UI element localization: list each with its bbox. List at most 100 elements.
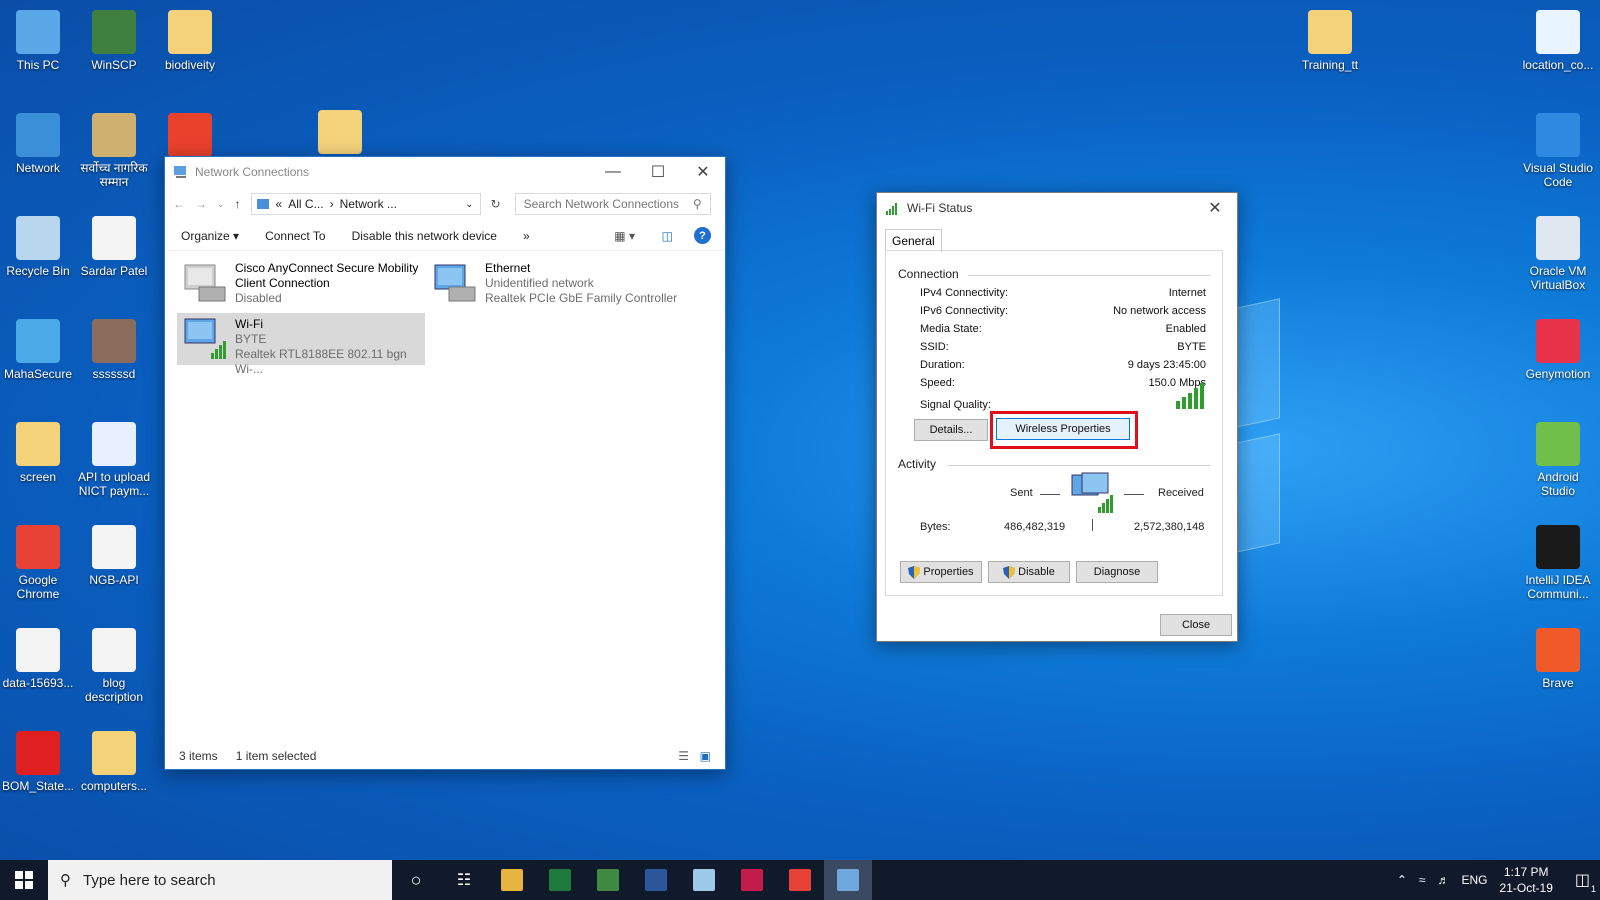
desktop-icon-label: Training_tt [1301,58,1359,72]
desktop-icon[interactable]: Android Studio [1520,422,1596,498]
taskbar-app[interactable] [824,860,872,900]
volume-tray-icon[interactable]: ♬ [1438,873,1450,887]
network-tray-icon[interactable]: ≈ [1419,873,1426,887]
taskbar-app[interactable] [776,860,824,900]
action-center-icon[interactable]: ◫ 1 [1575,870,1596,894]
close-button[interactable]: ✕ [681,157,725,187]
recent-chevron-icon[interactable]: ⌄ [217,199,225,210]
desktop-icon[interactable]: biodiveity [152,10,228,72]
tab-general[interactable]: General [885,229,942,252]
taskbar-app-icon [597,869,619,891]
back-arrow-icon[interactable]: ← [173,197,185,211]
disable-device-button[interactable]: Disable this network device [352,229,497,243]
clock[interactable]: 1:17 PM 21-Oct-19 [1500,864,1553,896]
preview-pane-icon[interactable]: ◫ [662,229,673,243]
desktop-icon[interactable]: सर्वोच्च नागरिक सम्मान [76,113,152,189]
status-key: Duration: [920,359,965,371]
status-key: IPv6 Connectivity: [920,305,1009,317]
desktop-icon-folder[interactable] [302,110,378,158]
taskbar-app[interactable] [536,860,584,900]
breadcrumb-all-control-panel[interactable]: All C... [288,197,323,211]
up-arrow-icon[interactable]: ↑ [235,197,241,211]
desktop-icon[interactable]: Network [0,113,76,175]
help-icon[interactable]: ? [694,227,711,244]
connect-to-button[interactable]: Connect To [265,229,326,243]
taskbar-app[interactable] [680,860,728,900]
close-button[interactable]: ✕ [1193,193,1237,223]
explorer-titlebar[interactable]: Network Connections — ☐ ✕ [165,157,725,187]
disable-button[interactable]: Disable [988,561,1070,583]
desktop-icon[interactable]: ssssssd [76,319,152,381]
cortana-button[interactable]: ○ [392,860,440,900]
desktop-icon[interactable]: Recycle Bin [0,216,76,278]
desktop-icon[interactable]: BOM_State... [0,731,76,793]
desktop-icon[interactable]: NGB-API [76,525,152,587]
desktop-icon[interactable]: API to upload NICT paym... [76,422,152,498]
desktop-icon-label: API to upload NICT paym... [77,470,151,498]
address-bar[interactable]: « All C... › Network ... ⌄ [250,193,481,215]
network-connections-icon [174,166,186,178]
wifi-status-titlebar[interactable]: Wi-Fi Status ✕ [877,193,1237,223]
clock-date: 21-Oct-19 [1499,881,1553,895]
start-button[interactable] [0,860,48,900]
desktop-icon[interactable]: blog description [76,628,152,704]
forward-arrow-icon[interactable]: → [195,197,207,211]
desktop-icon[interactable]: Genymotion [1520,319,1596,381]
task-view-button[interactable]: ☷ [440,860,488,900]
desktop-icon[interactable]: Visual Studio Code [1520,113,1596,189]
desktop-icon[interactable]: IntelliJ IDEA Communi... [1520,525,1596,601]
connection-ethernet[interactable]: Ethernet Unidentified network Realtek PC… [427,257,681,310]
minimize-button[interactable]: — [591,157,635,187]
connection-wifi[interactable]: Wi-Fi BYTE Realtek RTL8188EE 802.11 bgn … [177,313,425,376]
desktop-icon[interactable] [152,113,228,161]
show-hidden-icons-chevron-icon[interactable]: ⌃ [1397,873,1407,887]
desktop-icon[interactable]: computers... [76,731,152,793]
network-adapter-icon [181,261,227,305]
refresh-icon[interactable]: ↻ [491,197,501,211]
connection-name: Wi-Fi [235,317,263,331]
connection-name-line2: Client Connection [235,276,330,290]
large-icons-view-icon[interactable]: ▣ [700,749,711,763]
desktop-app-icon [92,10,136,54]
desktop-icon[interactable]: screen [0,422,76,484]
desktop-icon[interactable]: This PC [0,10,76,72]
search-input[interactable]: Search Network Connections ⚲ [514,193,711,215]
details-button[interactable]: Details... [914,419,988,441]
desktop-icon[interactable]: data-15693... [0,628,76,690]
uac-shield-icon [1003,565,1016,579]
desktop-icon-training-tt[interactable]: Training_tt [1292,10,1368,72]
language-indicator[interactable]: ENG [1462,873,1488,887]
desktop-icon[interactable]: Oracle VM VirtualBox [1520,216,1596,292]
status-value: Internet [1168,287,1206,299]
wifi-status-dialog: Wi-Fi Status ✕ General Connection IPv4 C… [876,192,1238,642]
taskbar-app[interactable] [632,860,680,900]
maximize-button[interactable]: ☐ [636,157,680,187]
activity-group-label: Activity [898,457,937,471]
address-dropdown-icon[interactable]: ⌄ [465,199,473,210]
desktop-icon[interactable]: location_co... [1520,10,1596,72]
close-dialog-button[interactable]: Close [1160,614,1232,636]
desktop-icon[interactable]: MahaSecure [0,319,76,381]
properties-button[interactable]: Properties [900,561,982,583]
wireless-properties-button[interactable]: Wireless Properties [996,418,1130,440]
taskbar-app[interactable] [488,860,536,900]
breadcrumb-network[interactable]: Network ... [340,197,397,211]
desktop-app-icon [16,422,60,466]
desktop-icon[interactable]: Google Chrome [0,525,76,601]
organize-menu[interactable]: Organize ▾ [181,229,239,243]
more-commands-button[interactable]: » [523,229,530,243]
taskbar-app[interactable] [728,860,776,900]
desktop-icon[interactable]: Sardar Patel [76,216,152,278]
change-view-icon[interactable]: ▦ ▾ [614,229,635,243]
status-row: Speed: 150.0 Mbps [920,377,1206,389]
desktop-icon[interactable]: Brave [1520,628,1596,690]
desktop-icon-label: Oracle VM VirtualBox [1529,264,1587,292]
taskbar-app[interactable] [584,860,632,900]
desktop-icon-label: Recycle Bin [6,264,70,278]
desktop-app-icon [92,525,136,569]
details-view-icon[interactable]: ☰ [678,749,689,763]
connection-cisco-anyconnect[interactable]: Cisco AnyConnect Secure Mobility Client … [177,257,422,310]
desktop-icon[interactable]: WinSCP [76,10,152,72]
diagnose-button[interactable]: Diagnose [1076,561,1158,583]
taskbar-search-input[interactable]: ⚲ Type here to search [48,860,392,900]
